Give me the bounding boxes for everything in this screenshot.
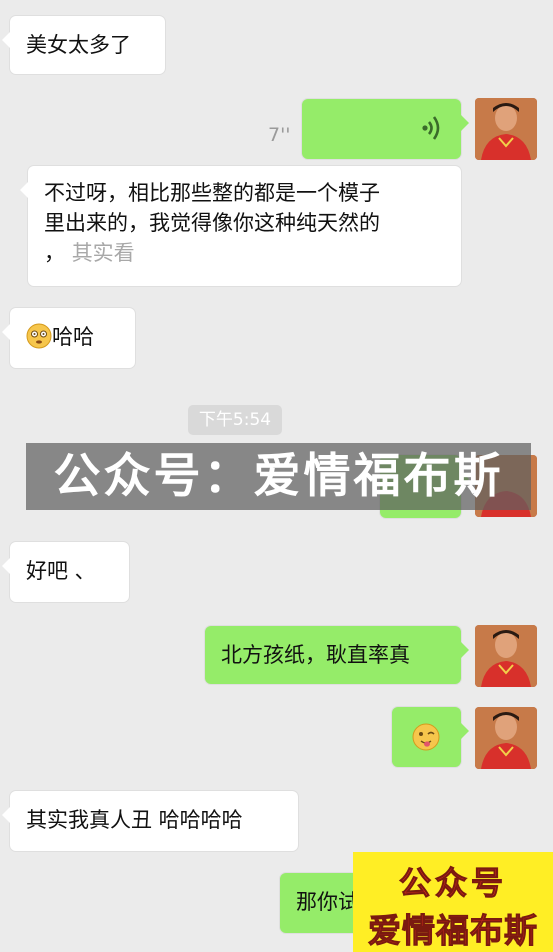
user-avatar[interactable] — [475, 707, 537, 769]
dizzy-face-emoji-icon — [26, 323, 52, 349]
message-bubble-incoming[interactable]: 哈哈 — [2, 308, 135, 368]
message-text-line: 里出来的，我觉得像你这种纯天然的 — [44, 211, 380, 235]
promo-line2: 爱情福布斯 — [368, 911, 538, 951]
user-avatar[interactable] — [475, 625, 537, 687]
voice-message-bubble[interactable] — [302, 99, 469, 159]
user-avatar[interactable] — [475, 98, 537, 160]
message-text-line: 不过呀，相比那些整的都是一个模子 — [44, 181, 380, 205]
message-bubble-incoming[interactable]: 好吧 、 — [2, 542, 129, 602]
promo-watermark: 公众号 爱情福布斯 — [353, 852, 553, 952]
promo-line1: 公众号 — [398, 864, 507, 903]
message-text: 北方孩纸，耿直率真 — [221, 643, 410, 667]
message-text-fragment: ， — [44, 241, 65, 265]
winking-tongue-emoji-icon — [412, 723, 440, 751]
message-text: 其实我真人丑 哈哈哈哈 — [26, 808, 243, 832]
message-text-line: ， 其实看 — [44, 238, 445, 268]
timestamp: 下午5:54 — [188, 405, 282, 435]
message-bubble-outgoing[interactable]: 北方孩纸，耿直率真 — [205, 626, 469, 684]
message-text: 那你试 — [296, 890, 359, 914]
message-bubble-outgoing[interactable] — [392, 707, 469, 767]
watermark-banner-text: 公众号：爱情福布斯 — [53, 449, 504, 504]
message-text-fragment: 其实看 — [71, 241, 135, 265]
voice-wave-icon — [422, 116, 440, 140]
message-text: 好吧 、 — [26, 559, 96, 583]
voice-duration: 7'' — [268, 124, 291, 146]
message-bubble-incoming[interactable]: 其实我真人丑 哈哈哈哈 — [2, 791, 298, 851]
watermark-banner: 公众号：爱情福布斯 — [26, 443, 531, 510]
message-text: 美女太多了 — [26, 33, 131, 57]
message-bubble-incoming[interactable]: 不过呀，相比那些整的都是一个模子 里出来的，我觉得像你这种纯天然的 ， 其实看 — [20, 166, 461, 286]
message-text: 哈哈 — [52, 325, 94, 349]
message-bubble-incoming[interactable]: 美女太多了 — [2, 16, 165, 74]
